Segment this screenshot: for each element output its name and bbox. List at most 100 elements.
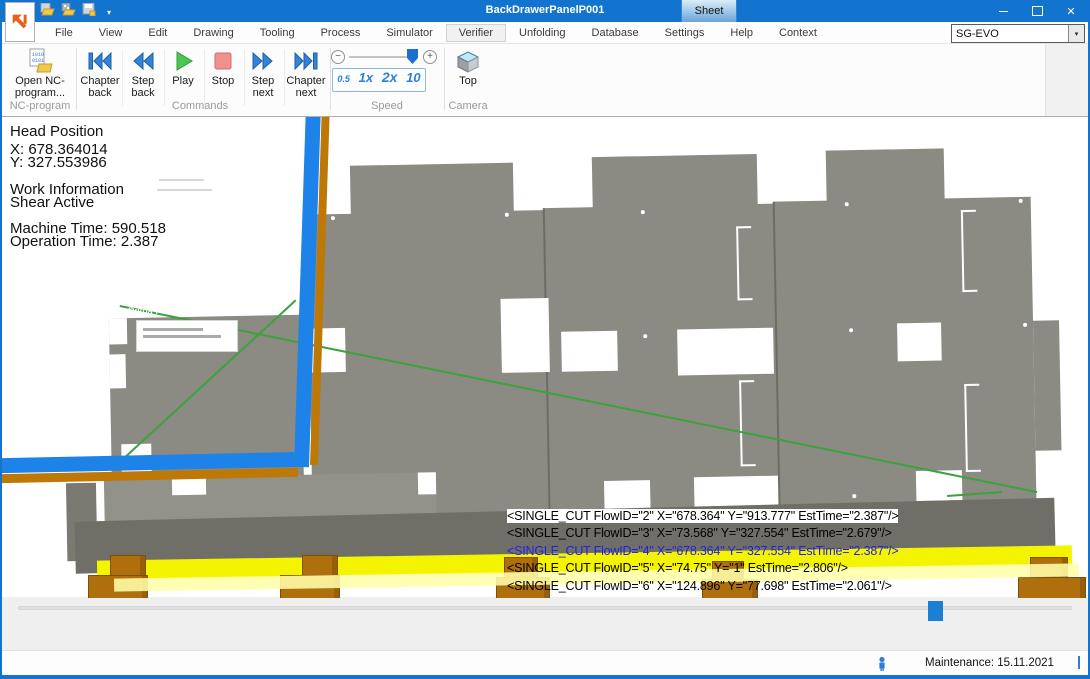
window-border-left <box>0 22 2 675</box>
menu-bar: File View Edit Drawing Tooling Process S… <box>0 22 1090 44</box>
speed-preset-box: 0.5 1x 2x 10 <box>332 68 426 92</box>
chapter-back-icon <box>87 47 113 75</box>
open-machine-icon[interactable] <box>61 3 76 21</box>
timeline-panel <box>0 597 1090 650</box>
bracket-cut-mark <box>961 210 978 292</box>
cutout <box>418 472 436 494</box>
save-icon[interactable] <box>82 3 97 21</box>
clamp <box>1018 577 1086 598</box>
chapter-back-button[interactable]: Chapter back <box>80 47 120 99</box>
cutout <box>109 354 126 388</box>
sheet-info-box <box>136 320 238 352</box>
menu-view[interactable]: View <box>86 24 136 42</box>
menu-database[interactable]: Database <box>579 24 652 42</box>
menu-tooling[interactable]: Tooling <box>247 24 308 42</box>
chapter-next-button[interactable]: Chapter next <box>284 47 328 99</box>
step-next-icon <box>251 47 275 75</box>
menu-verifier[interactable]: Verifier <box>446 24 506 42</box>
machine-profile-select[interactable]: SG-EVO ▾ <box>951 24 1085 43</box>
menu-context[interactable]: Context <box>766 24 830 42</box>
minimize-icon <box>999 11 1008 12</box>
nc-line: <SINGLE_CUT FlowID="2" X="678.364" Y="91… <box>507 509 898 523</box>
timeline-thumb[interactable] <box>928 601 943 621</box>
group-label-speed: Speed <box>352 100 422 112</box>
speed-slider-track[interactable] <box>349 56 415 58</box>
button-separator <box>122 50 123 106</box>
nc-line: <SINGLE_CUT FlowID="5" X="74.75" Y="1" E… <box>507 561 848 575</box>
group-separator <box>76 48 77 110</box>
open-file-icon[interactable] <box>40 3 55 21</box>
punch-hole <box>331 216 335 220</box>
cutout <box>109 318 127 344</box>
group-separator <box>444 48 445 110</box>
menu-edit[interactable]: Edit <box>135 24 180 42</box>
cutout <box>500 298 549 373</box>
menu-unfolding[interactable]: Unfolding <box>506 24 578 42</box>
cutout <box>561 331 618 372</box>
app-menu-button[interactable] <box>5 2 35 42</box>
nc-line: <SINGLE_CUT FlowID="3" X="73.568" Y="327… <box>507 526 892 540</box>
step-back-button[interactable]: Step back <box>124 47 162 99</box>
simulation-viewport[interactable]: Prima Power Head Position X: 678.364014 … <box>2 116 1088 598</box>
speed-slider-thumb[interactable] <box>407 49 418 64</box>
punch-hole <box>1019 199 1023 203</box>
menu-process[interactable]: Process <box>308 24 374 42</box>
head-position-y: Y: 327.553986 <box>10 156 166 169</box>
faint-annotation <box>143 335 221 338</box>
title-bar[interactable]: ▾ BackDrawerPanelP001 Sheet ✕ <box>0 0 1090 22</box>
play-icon <box>172 47 194 75</box>
punch-hole <box>849 328 853 332</box>
speed-preset-05-button[interactable]: 0.5 <box>337 74 350 84</box>
step-next-button[interactable]: Step next <box>244 47 282 99</box>
speed-preset-1x-button[interactable]: 1x <box>359 70 373 85</box>
app-logo-icon <box>9 11 31 33</box>
camera-top-button[interactable]: Top <box>448 47 488 87</box>
svg-text:0101: 0101 <box>32 58 44 64</box>
speed-increase-button[interactable]: + <box>423 50 437 64</box>
sheet-panel <box>1033 320 1061 450</box>
menu-help[interactable]: Help <box>717 24 766 42</box>
minimize-button[interactable] <box>986 0 1020 22</box>
maintenance-icon <box>876 656 888 671</box>
bracket-cut-mark <box>739 380 756 466</box>
group-label-commands: Commands <box>130 100 270 112</box>
punch-hole <box>646 500 650 504</box>
menu-drawing[interactable]: Drawing <box>180 24 246 42</box>
sheet-panel <box>826 148 945 202</box>
menu-file[interactable]: File <box>42 24 86 42</box>
speed-decrease-button[interactable]: − <box>331 50 345 64</box>
window-controls: ✕ <box>986 0 1088 22</box>
maximize-button[interactable] <box>1020 0 1054 22</box>
play-button[interactable]: Play <box>164 47 202 87</box>
faint-annotation <box>143 328 203 331</box>
close-button[interactable]: ✕ <box>1054 0 1088 22</box>
step-back-icon <box>131 47 155 75</box>
cutout <box>677 328 774 376</box>
stop-button[interactable]: Stop <box>204 47 242 87</box>
group-label-camera: Camera <box>448 100 488 112</box>
speed-preset-2x-button[interactable]: 2x <box>382 69 398 85</box>
quick-access-toolbar: ▾ <box>40 3 111 21</box>
punch-hole <box>505 213 509 217</box>
nc-line: <SINGLE_CUT FlowID="6" X="124.896" Y="77… <box>507 579 892 593</box>
punch-hole <box>643 334 647 338</box>
bracket-cut-mark <box>964 384 981 472</box>
sheet-panel <box>350 163 514 218</box>
maintenance-status: Maintenance: 15.11.2021 <box>925 657 1054 669</box>
menu-simulator[interactable]: Simulator <box>373 24 445 42</box>
speed-preset-10-button[interactable]: 10 <box>406 70 420 85</box>
timeline-track[interactable] <box>18 606 1072 610</box>
combo-caret-icon[interactable]: ▾ <box>1068 25 1084 42</box>
open-nc-program-button[interactable]: 10100101 Open NC-program... <box>8 47 72 99</box>
qat-caret-icon[interactable]: ▾ <box>107 8 111 17</box>
status-bar: Maintenance: 15.11.2021 <box>0 650 1090 676</box>
context-tab-sheet[interactable]: Sheet <box>681 0 737 22</box>
cutout <box>604 480 651 511</box>
punch-hole <box>641 210 645 214</box>
nc-program-file-icon: 10100101 <box>27 47 53 75</box>
status-tick <box>1078 656 1080 669</box>
ribbon: 10100101 Open NC-program... Chapter back… <box>0 44 1090 117</box>
nc-line-current: <SINGLE_CUT FlowID="4" X="678.364" Y="32… <box>507 544 898 558</box>
group-label-nc-program: NC-program <box>8 100 72 112</box>
menu-settings[interactable]: Settings <box>652 24 718 42</box>
